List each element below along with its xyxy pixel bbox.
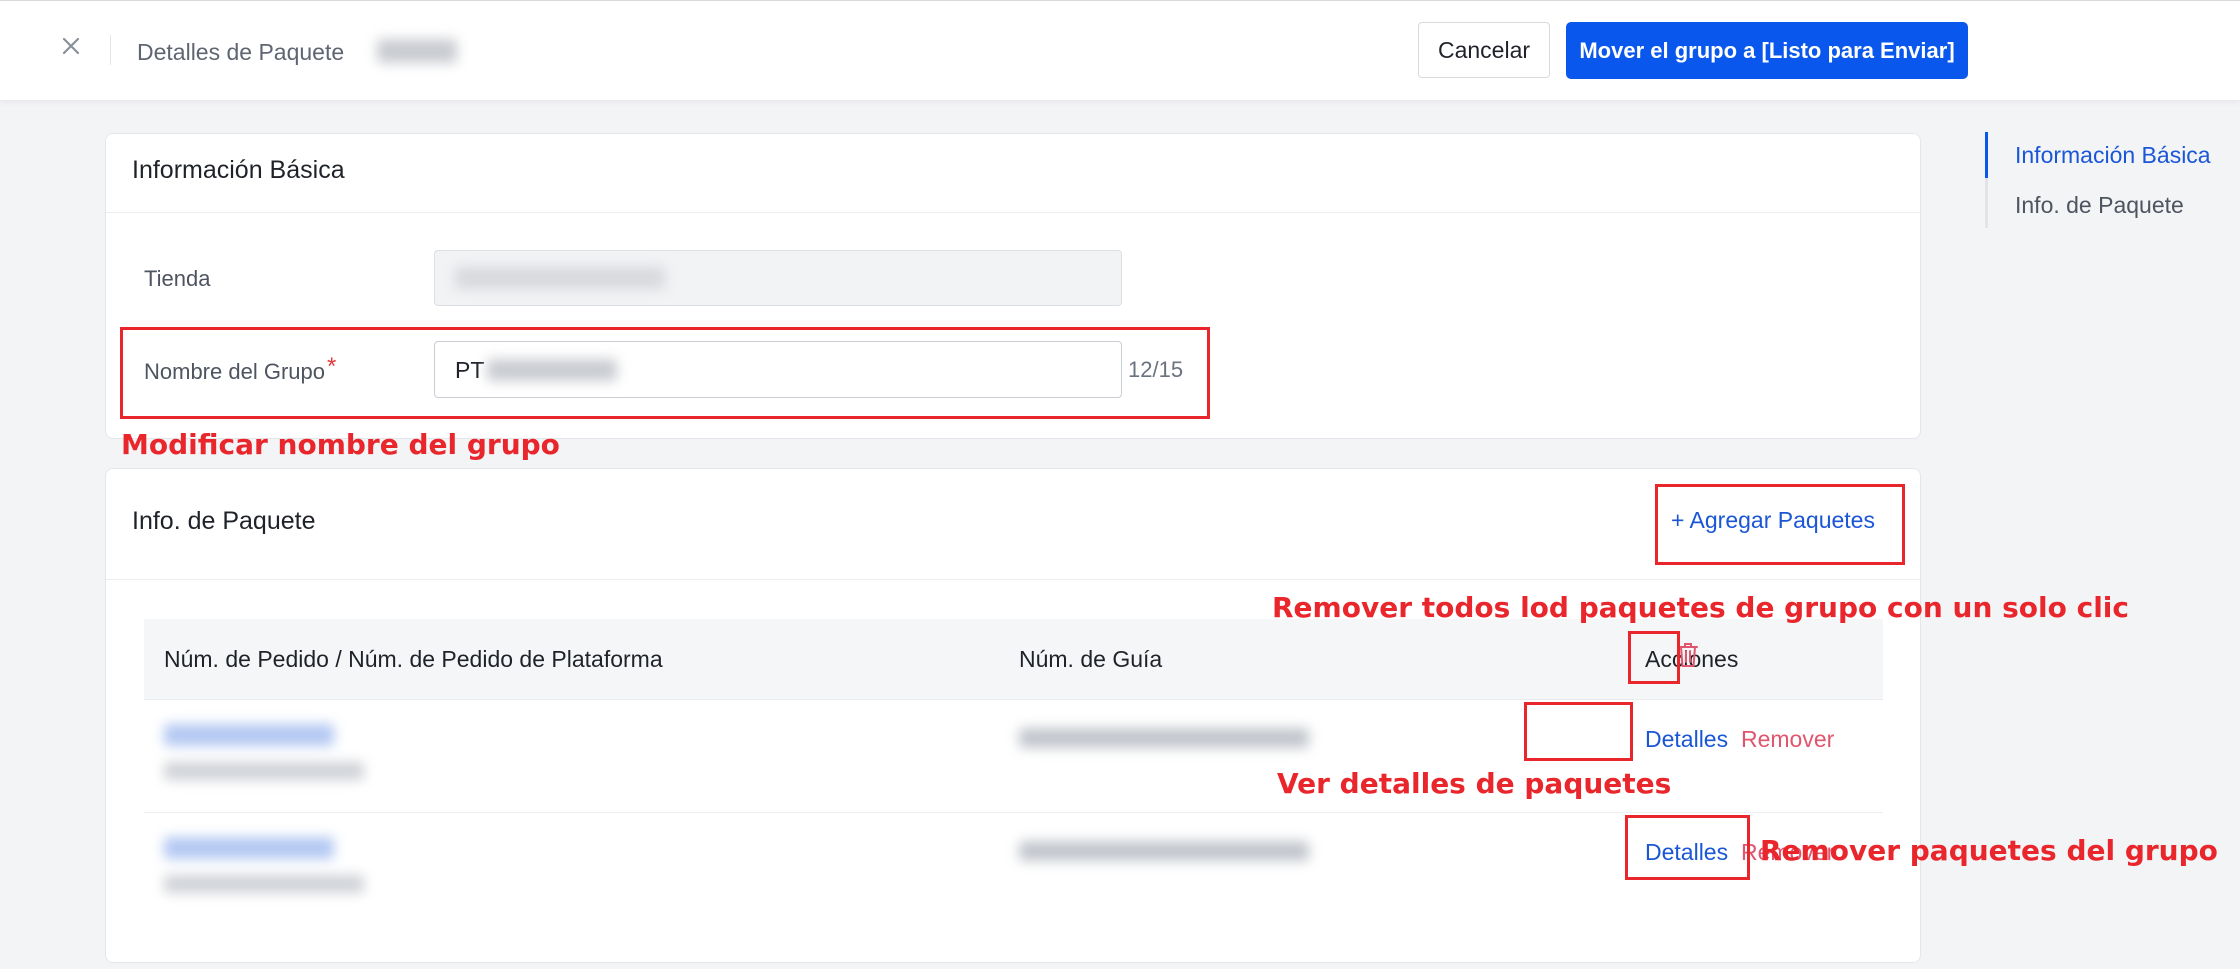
store-field [434,250,1122,306]
redacted-tracking-number [1019,728,1309,748]
annotation-box-trash [1628,631,1680,684]
card-divider [106,579,1920,580]
annotation-box-group-name [120,327,1210,419]
basic-info-title: Información Básica [132,156,345,184]
header-divider [110,35,111,65]
annotation-box-add-packages [1655,484,1905,565]
annotation-box-remove [1625,815,1750,880]
redacted-platform-order [164,875,364,893]
package-info-card: Info. de Paquete + Agregar Paquetes Núm.… [105,468,1921,963]
trash-icon[interactable] [1677,641,1699,669]
nav-item-package-info[interactable]: Info. de Paquete [2015,192,2184,219]
card-divider [106,212,1920,213]
cancel-button[interactable]: Cancelar [1418,22,1550,78]
redacted-platform-order [164,762,364,780]
page-title: Detalles de Paquete [137,39,345,65]
nav-track [1985,178,1988,228]
nav-item-basic-info[interactable]: Información Básica [2015,142,2211,169]
col-tracking-number: Núm. de Guía [1019,646,1163,672]
annotation-modify-name: Modificar nombre del grupo [121,428,560,461]
nav-active-indicator [1985,132,1988,178]
store-label: Tienda [144,266,211,291]
package-info-title: Info. de Paquete [132,507,316,535]
top-bar: Detalles de Paquete Cancelar Mover el gr… [0,0,2240,100]
redacted-tracking-number [1019,841,1309,861]
col-order-number: Núm. de Pedido / Núm. de Pedido de Plata… [164,646,663,672]
redacted-order-number[interactable] [164,724,334,746]
table-row: Detalles Remover [144,813,1883,925]
redacted-package-id [377,39,457,63]
annotation-view-details: Ver detalles de paquetes [1277,767,1672,800]
details-button[interactable]: Detalles [1645,726,1728,753]
move-to-ready-button[interactable]: Mover el grupo a [Listo para Enviar] [1566,22,1968,79]
annotation-box-details [1524,702,1633,761]
annotation-remove-all: Remover todos lod paquetes de grupo con … [1272,591,2129,624]
redacted-store-value [455,267,665,289]
annotation-remove-package: Remover paquetes del grupo [1760,834,2218,867]
close-icon[interactable] [56,31,86,61]
table-header: Núm. de Pedido / Núm. de Pedido de Plata… [144,619,1883,700]
remove-button[interactable]: Remover [1741,726,1834,753]
redacted-order-number[interactable] [164,837,334,859]
